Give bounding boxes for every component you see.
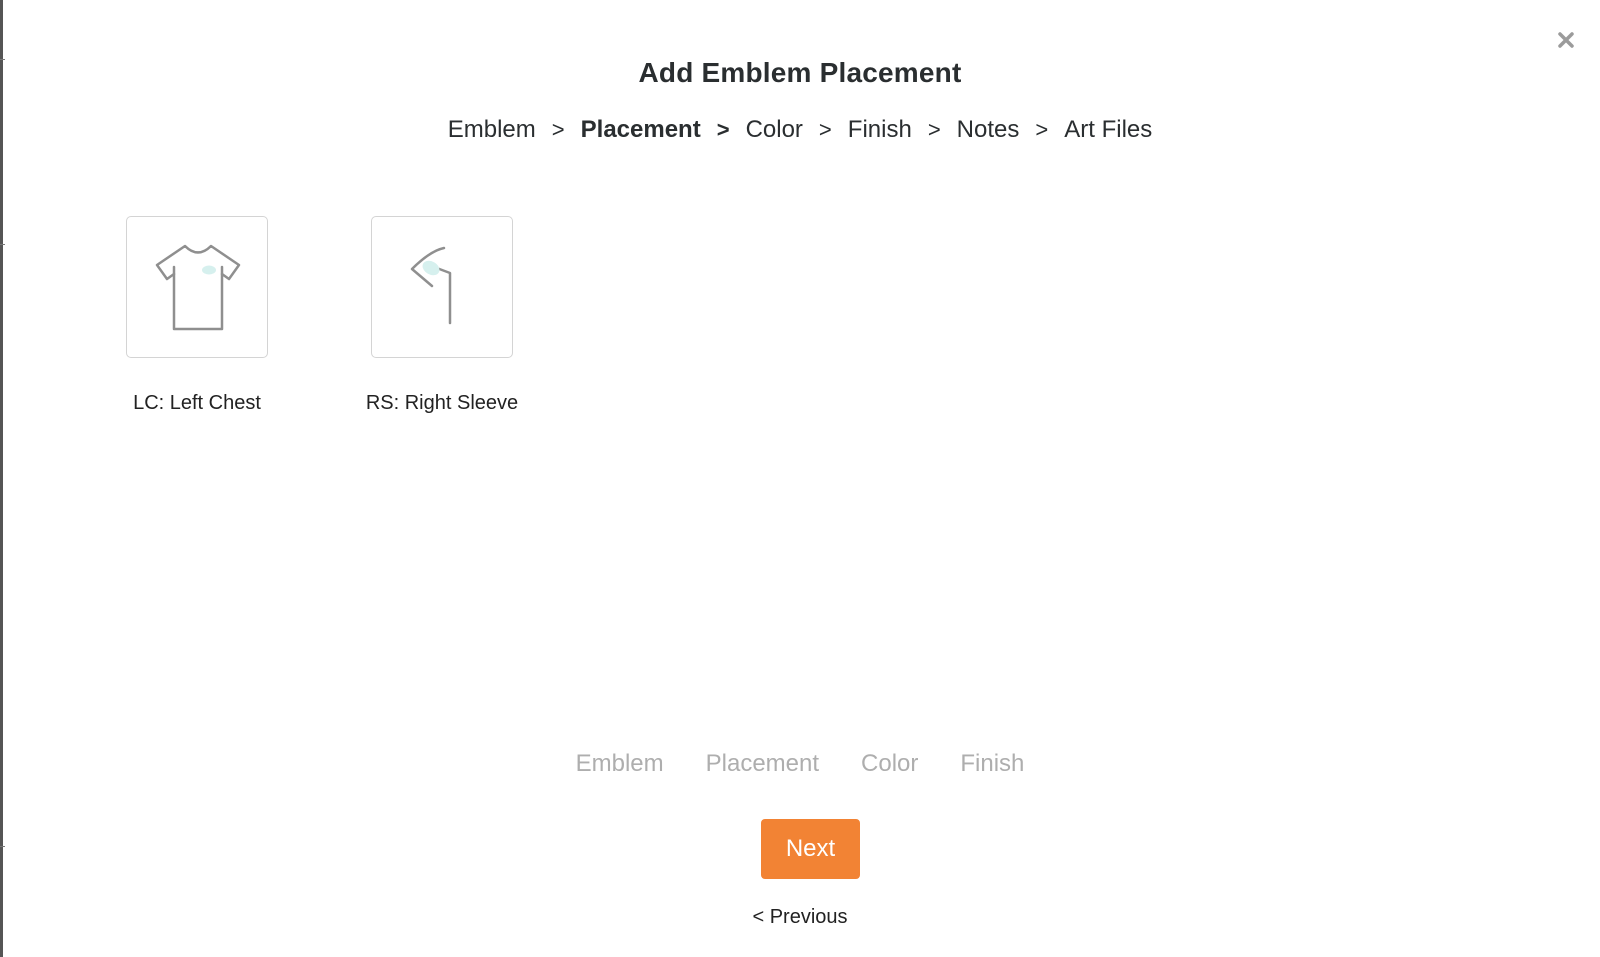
progress-steps: Emblem Placement Color Finish bbox=[0, 750, 1600, 778]
left-border-tick bbox=[0, 846, 5, 847]
breadcrumb-separator: > bbox=[551, 117, 565, 142]
step-finish: Finish bbox=[960, 750, 1025, 777]
close-icon bbox=[1558, 32, 1574, 48]
step-color: Color bbox=[861, 750, 919, 777]
step-emblem: Emblem bbox=[575, 750, 664, 777]
left-border-tick bbox=[0, 244, 5, 245]
step-placement: Placement bbox=[705, 750, 820, 777]
breadcrumb-separator: > bbox=[1035, 117, 1049, 142]
breadcrumb-separator: > bbox=[716, 117, 730, 142]
breadcrumb-separator: > bbox=[818, 117, 832, 142]
next-button[interactable]: Next bbox=[761, 819, 860, 879]
previous-link[interactable]: < Previous bbox=[0, 906, 1600, 929]
add-emblem-placement-modal: Add Emblem Placement Emblem > Placement … bbox=[0, 0, 1600, 957]
breadcrumb-item-art-files[interactable]: Art Files bbox=[1064, 116, 1152, 144]
modal-title: Add Emblem Placement bbox=[638, 57, 962, 88]
placement-option-right-sleeve[interactable] bbox=[371, 216, 513, 358]
breadcrumb-separator: > bbox=[927, 117, 941, 142]
breadcrumb-item-color[interactable]: Color bbox=[746, 116, 803, 144]
placement-option-left-chest[interactable] bbox=[126, 216, 268, 358]
close-button[interactable] bbox=[1552, 26, 1580, 54]
tshirt-left-chest-icon bbox=[155, 244, 241, 331]
placement-label-left-chest: LC: Left Chest bbox=[133, 392, 261, 414]
breadcrumb-item-notes[interactable]: Notes bbox=[957, 116, 1020, 144]
sleeve-icon bbox=[410, 246, 452, 325]
breadcrumb-item-placement[interactable]: Placement bbox=[581, 116, 701, 144]
placement-label-right-sleeve: RS: Right Sleeve bbox=[365, 392, 519, 414]
breadcrumb: Emblem > Placement > Color > Finish > No… bbox=[0, 116, 1600, 144]
breadcrumb-item-emblem[interactable]: Emblem bbox=[448, 116, 536, 144]
breadcrumb-item-finish[interactable]: Finish bbox=[848, 116, 912, 144]
